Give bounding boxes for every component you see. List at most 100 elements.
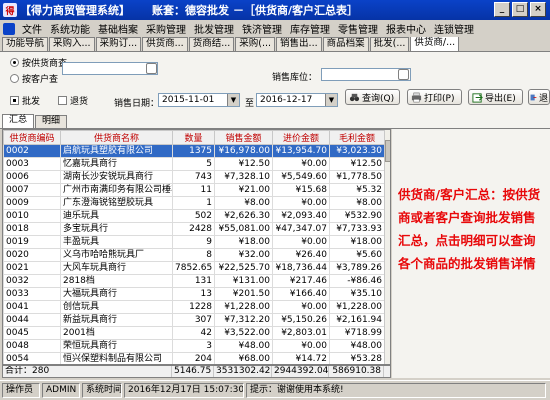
menu-retail[interactable]: 零售管理	[334, 21, 382, 36]
query-button[interactable]: 查询(Q)	[345, 89, 400, 105]
vertical-scrollbar[interactable]	[384, 130, 390, 364]
cell-profit: ¥532.90	[329, 209, 385, 223]
table-row[interactable]: 0033 大福玩具商行 13 ¥201.50 ¥166.40 ¥35.10	[3, 287, 385, 301]
column-header-name[interactable]: 供货商名称	[60, 130, 173, 145]
scrollbar-thumb[interactable]	[385, 140, 390, 162]
tab-detail[interactable]: 明细	[35, 115, 68, 128]
tab-supplier-customer-summary[interactable]: 供货商/...	[410, 37, 460, 51]
checkbox-return[interactable]: 退货	[58, 94, 88, 107]
table-row[interactable]: 0048 荣恒玩具商行 3 ¥48.00 ¥0.00 ¥48.00	[3, 339, 385, 353]
chevron-down-icon[interactable]: ▼	[325, 94, 337, 106]
tab-wholesale[interactable]: 批发(...	[369, 37, 410, 51]
cell-sales: ¥21.00	[214, 183, 273, 197]
supplier-lookup-button[interactable]	[146, 63, 157, 74]
system-menu-icon[interactable]	[3, 22, 15, 35]
tab-sales-out[interactable]: 销售出...	[276, 37, 322, 51]
tab-supplier[interactable]: 供货商...	[142, 37, 188, 51]
close-button[interactable]: ×	[530, 2, 546, 17]
cell-name: 丰盈玩具	[60, 235, 173, 249]
menu-wholesale[interactable]: 批发管理	[190, 21, 238, 36]
table-row[interactable]: 0018 多宝玩具行 2428 ¥55,081.00 ¥47,347.07 ¥7,733.…	[3, 222, 385, 236]
totals-cost: 2944392.04	[274, 366, 329, 377]
minimize-button[interactable]: _	[494, 2, 510, 17]
cell-name: 新益玩具商行	[60, 313, 173, 327]
exit-button-label: 退	[538, 93, 548, 104]
radio-by-customer-label: 按客户查	[22, 75, 59, 85]
tab-summary[interactable]: 汇总	[2, 114, 35, 128]
menu-reports[interactable]: 报表中心	[382, 21, 430, 36]
menu-purchase[interactable]: 采购管理	[142, 21, 190, 36]
cell-code: 0020	[3, 248, 61, 262]
tab-purchase-order[interactable]: 采购订...	[95, 37, 142, 51]
table-row[interactable]: 0019 丰盈玩具 9 ¥18.00 ¥0.00 ¥18.00	[3, 235, 385, 249]
cell-sales: ¥22,525.70	[214, 261, 273, 275]
print-button[interactable]: 打印(P)	[407, 89, 462, 105]
cell-cost: ¥5,549.60	[272, 170, 330, 184]
exit-button[interactable]: 退	[528, 89, 550, 105]
column-header-sales[interactable]: 销售金额	[214, 130, 273, 145]
maximize-button[interactable]: □	[512, 2, 528, 17]
cell-profit: ¥7,733.93	[329, 222, 385, 236]
checkbox-wholesale[interactable]: 批发	[10, 94, 40, 107]
supplier-input[interactable]	[62, 62, 158, 75]
warehouse-label: 销售库位：	[272, 73, 318, 83]
date-to-input[interactable]: 2016-12-17 ▼	[256, 93, 338, 107]
date-from-value: 2015-11-01	[162, 95, 215, 105]
table-row[interactable]: 0009 广东澄海锐铭塑胶玩具 1 ¥8.00 ¥0.00 ¥8.00	[3, 196, 385, 210]
tab-supplier-settle[interactable]: 货商结...	[188, 37, 235, 51]
cell-name: 创信玩具	[60, 300, 173, 314]
cell-sales: ¥16,978.00	[214, 144, 273, 158]
tab-purchase-in[interactable]: 采购入...	[49, 37, 95, 51]
totals-profit: 586910.38	[329, 366, 384, 377]
tab-product-files[interactable]: 商品档案	[322, 37, 369, 51]
page-tabs: 功能导航 采购入... 采购订... 供货商... 货商结... 采购(... …	[0, 37, 550, 52]
table-row[interactable]: 0020 义乌市哈哈熊玩具厂 8 ¥32.00 ¥26.40 ¥5.60	[3, 248, 385, 262]
summary-grid: 供货商编码 供货商名称 数量 销售金额 进价金额 毛利金额 0002 启航玩具塑胶…	[2, 129, 391, 365]
column-header-profit[interactable]: 毛利金额	[329, 130, 385, 145]
cell-qty: 1	[172, 196, 215, 210]
warehouse-lookup-button[interactable]	[398, 69, 409, 80]
cell-name: 多宝玩具行	[60, 222, 173, 236]
table-row[interactable]: 0041 创信玩具 1228 ¥1,228.00 ¥0.00 ¥1,228.00	[3, 300, 385, 314]
cell-code: 0021	[3, 261, 61, 275]
radio-by-supplier[interactable]: 按供货商查	[10, 56, 67, 69]
table-row[interactable]: 0045 2001档 42 ¥3,522.00 ¥2,803.01 ¥718.99	[3, 326, 385, 340]
export-button[interactable]: 导出(E)	[468, 89, 523, 105]
app-icon: 得	[3, 3, 17, 17]
menu-system[interactable]: 系统功能	[46, 21, 94, 36]
table-row[interactable]: 0054 恒兴保塑料制品有限公司 204 ¥68.00 ¥14.72 ¥53.28	[3, 352, 385, 364]
table-row[interactable]: 0032 2818档 131 ¥131.00 ¥217.46 -¥86.46	[3, 274, 385, 288]
tab-navigation[interactable]: 功能导航	[2, 37, 49, 51]
table-row[interactable]: 0003 忆嘉玩具商行 5 ¥12.50 ¥0.00 ¥12.50	[3, 157, 385, 171]
date-from-input[interactable]: 2015-11-01 ▼	[158, 93, 240, 107]
menu-basic-files[interactable]: 基础档案	[94, 21, 142, 36]
table-row[interactable]: 0021 大风车玩具商行 7852.65 ¥22,525.70 ¥18,736.44 ¥3…	[3, 261, 385, 275]
table-row[interactable]: 0006 湖南长沙安锐玩具商行 743 ¥7,328.10 ¥5,549.60 ¥1,77…	[3, 170, 385, 184]
table-row[interactable]: 0007广州市南满印务有限公司棰丰工艺11¥21.00¥15.68¥5.32	[3, 183, 385, 197]
table-row[interactable]: 0002 启航玩具塑胶有限公司 1375 ¥16,978.00 ¥13,954.70 ¥3…	[3, 144, 385, 158]
table-row[interactable]: 0010 迪乐玩具 502 ¥2,626.30 ¥2,093.40 ¥532.90	[3, 209, 385, 223]
checkbox-box	[10, 96, 19, 105]
chevron-down-icon[interactable]: ▼	[227, 94, 239, 106]
tab-purchase-return[interactable]: 采购(...	[235, 37, 276, 51]
cell-code: 0009	[3, 196, 61, 210]
date-to-label: 至	[245, 99, 255, 109]
column-header-qty[interactable]: 数量	[172, 130, 215, 145]
menu-chain[interactable]: 连锁管理	[430, 21, 478, 36]
menu-file[interactable]: 文件	[18, 21, 46, 36]
column-header-code[interactable]: 供货商编码	[3, 130, 61, 145]
cell-code: 0032	[3, 274, 61, 288]
menu-inventory[interactable]: 库存管理	[286, 21, 334, 36]
column-header-cost[interactable]: 进价金额	[272, 130, 330, 145]
cell-code: 0018	[3, 222, 61, 236]
system-time-value: 2016年12月17日 15:07:30	[124, 383, 244, 398]
radio-by-customer[interactable]: 按客户查	[10, 72, 58, 85]
cell-sales: ¥7,312.20	[214, 313, 273, 327]
print-button-label: 打印(P)	[424, 93, 455, 104]
printer-icon	[411, 92, 422, 102]
menu-settlement[interactable]: 铁济管理	[238, 21, 286, 36]
cell-qty: 131	[172, 274, 215, 288]
status-bar: 操作员 ADMIN 系统时间 2016年12月17日 15:07:30 提示：谢…	[0, 380, 550, 400]
table-row[interactable]: 0044 新益玩具商行 307 ¥7,312.20 ¥5,150.26 ¥2,161.94	[3, 313, 385, 327]
cell-code: 0033	[3, 287, 61, 301]
